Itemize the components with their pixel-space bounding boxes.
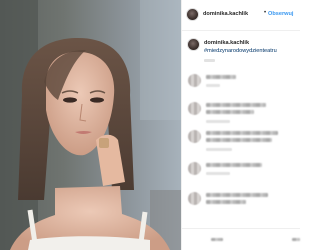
- follow-button[interactable]: Obserwuj: [268, 11, 294, 17]
- comment-item: [182, 190, 300, 216]
- comment-text-blurred: [206, 103, 266, 107]
- footer-text-blurred: [211, 238, 223, 241]
- caption-timestamp-blurred: [204, 59, 215, 62]
- comment-meta-blurred: [206, 84, 220, 87]
- commenter-avatar[interactable]: [188, 192, 201, 205]
- comment-meta-blurred: [206, 120, 230, 123]
- comment-item: [182, 160, 300, 186]
- footer-action-blurred[interactable]: [292, 238, 300, 241]
- commenter-avatar[interactable]: [188, 74, 201, 87]
- comment-text-blurred: [206, 200, 246, 204]
- comment-item: [182, 72, 300, 98]
- comment-item: [182, 128, 300, 154]
- post-photo-illustration: [0, 0, 181, 250]
- header-separator: •: [264, 10, 267, 16]
- header-username[interactable]: dominika.kachlik: [203, 11, 248, 17]
- comment-text-blurred: [206, 193, 268, 197]
- comment-text-blurred: [206, 163, 262, 167]
- comment-text-blurred: [206, 131, 278, 135]
- comment-text-blurred: [206, 138, 272, 142]
- comment-meta-blurred: [206, 172, 230, 175]
- commenter-avatar[interactable]: [188, 130, 201, 143]
- profile-avatar[interactable]: [186, 8, 199, 21]
- commenter-avatar[interactable]: [188, 162, 201, 175]
- post-header: dominika.kachlik • Obserwuj: [182, 0, 300, 31]
- post-photo[interactable]: [0, 0, 181, 250]
- caption-avatar[interactable]: [187, 38, 200, 51]
- commenter-avatar[interactable]: [188, 102, 201, 115]
- comment-item: [182, 100, 300, 126]
- comment-text-blurred: [206, 110, 254, 114]
- caption-username[interactable]: dominika.kachlik: [204, 40, 249, 46]
- comment-text-blurred: [206, 75, 236, 79]
- post-footer: [182, 228, 300, 251]
- comment-meta-blurred: [206, 148, 232, 151]
- caption-hashtag[interactable]: #miedzynarodowydzienteatru: [204, 48, 277, 54]
